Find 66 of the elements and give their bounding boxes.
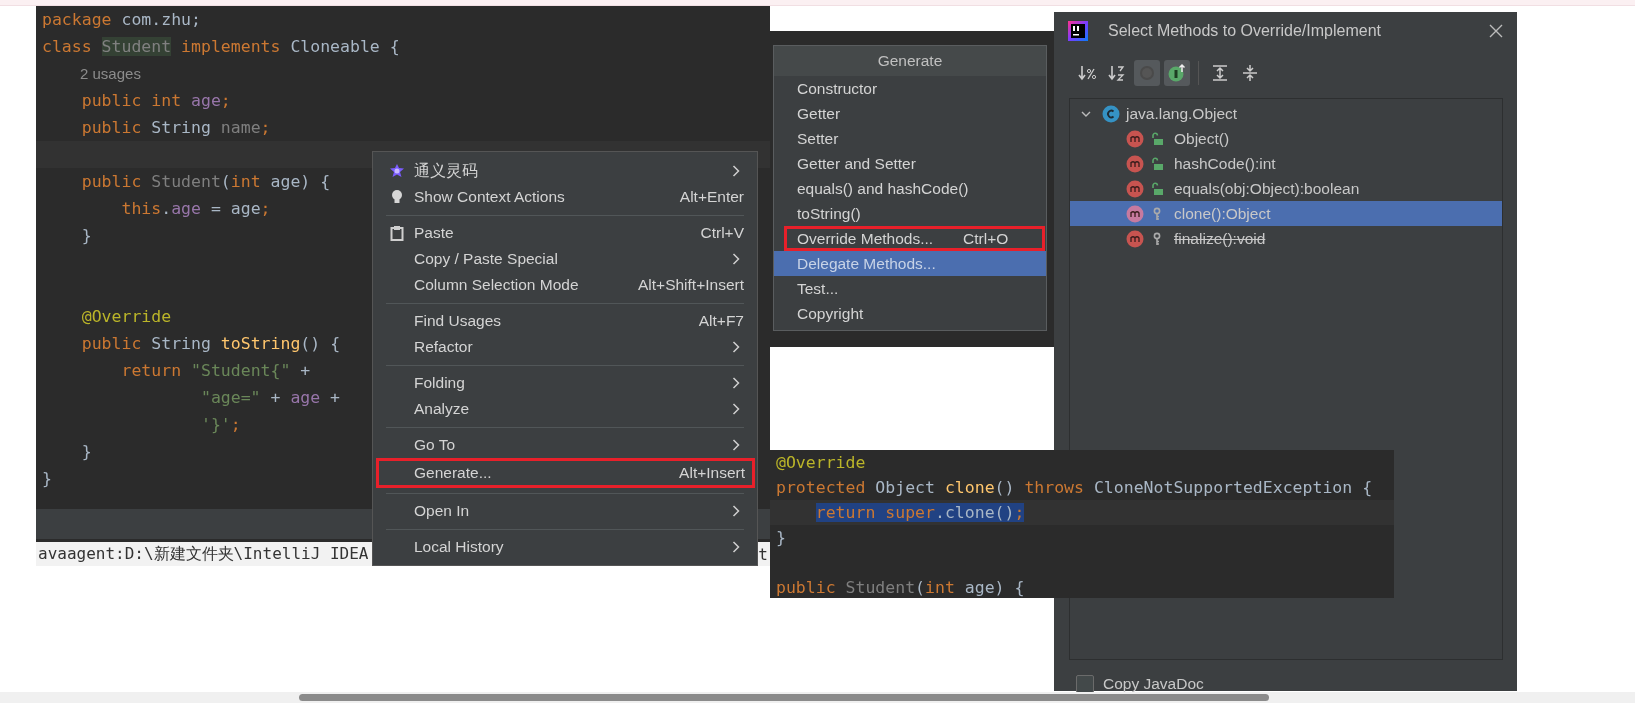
method-icon <box>1126 179 1144 198</box>
checkbox[interactable] <box>1076 675 1094 693</box>
menu-item[interactable]: Local History <box>373 534 757 560</box>
menu-item[interactable]: Getter <box>774 101 1046 126</box>
code-line: return "Student{" + <box>121 361 311 380</box>
menu-item[interactable]: Setter <box>774 126 1046 151</box>
code-line: protected Object clone() throws CloneNotSupportedException { <box>776 478 1373 497</box>
code-line: @Override <box>81 307 172 326</box>
code-line: public Student(int age) { <box>776 578 1025 597</box>
menu-item[interactable]: Analyze <box>373 396 757 422</box>
menu-item[interactable]: Show Context Actions Alt+Enter <box>373 184 757 210</box>
menu-item[interactable]: Test... <box>774 276 1046 301</box>
menu-item[interactable]: toString() <box>774 201 1046 226</box>
tree-item[interactable]: java.lang.Object <box>1126 104 1238 123</box>
menu-item[interactable]: Copyright <box>774 301 1046 326</box>
code-line: } <box>81 442 92 461</box>
horizontal-scrollbar[interactable] <box>0 692 1635 703</box>
method-icon <box>1126 204 1144 223</box>
method-icon <box>1126 154 1144 173</box>
interface-filter-icon[interactable] <box>1164 60 1190 86</box>
sparkle-icon <box>389 163 405 179</box>
tree-item[interactable]: finalize():void <box>1070 226 1502 251</box>
method-icon <box>1126 229 1144 248</box>
menu-item[interactable]: Getter and Setter <box>774 151 1046 176</box>
code-line: } <box>776 528 786 547</box>
app-logo-icon <box>1068 21 1088 41</box>
path-text: t <box>758 544 769 564</box>
menu-item[interactable]: Copy / Paste Special <box>373 246 757 272</box>
tree-item[interactable]: Object() <box>1070 126 1502 151</box>
code-line: "age=" + age + <box>200 388 341 407</box>
method-icon <box>1126 129 1144 148</box>
menu-item[interactable]: Folding <box>373 370 757 396</box>
code-line: } <box>81 226 92 245</box>
menu-item[interactable]: Column Selection Mode Alt+Shift+Insert <box>373 272 757 298</box>
menu-item[interactable]: Find Usages Alt+F7 <box>373 308 757 334</box>
checkbox-label[interactable]: Copy JavaDoc <box>1103 675 1204 693</box>
menu-item[interactable]: 通义灵码 <box>373 158 757 184</box>
clipboard-icon <box>389 225 405 241</box>
menu-item[interactable]: Constructor <box>774 76 1046 101</box>
code-line: return super.clone(); <box>815 503 1025 522</box>
lightbulb-icon <box>389 189 405 205</box>
path-text: avaagent:D:\新建文件夹\IntelliJ IDEA <box>37 543 369 565</box>
class-icon <box>1102 104 1120 123</box>
code-line: this.age = age; <box>121 199 271 218</box>
code-line: package com.zhu; <box>42 10 201 29</box>
code-line: public String toString() { <box>81 334 341 353</box>
popup-title: Generate <box>774 46 1046 76</box>
close-icon[interactable] <box>1489 24 1503 38</box>
code-line: class Student implements Cloneable { <box>42 37 400 56</box>
menu-item[interactable]: Go To <box>373 432 757 458</box>
usage-hint: 2 usages <box>80 65 141 82</box>
code-line: } <box>42 469 52 488</box>
menu-item[interactable]: Paste Ctrl+V <box>373 220 757 246</box>
menu-item[interactable]: Refactor <box>373 334 757 360</box>
code-line: public int age; <box>81 91 231 110</box>
tree-item[interactable]: hashCode():int <box>1070 151 1502 176</box>
dialog-title: Select Methods to Override/Implement <box>1108 22 1382 40</box>
tree-item[interactable]: equals(obj:Object):boolean <box>1070 176 1502 201</box>
menu-item[interactable]: Override Methods... Ctrl+O <box>784 226 1045 251</box>
code-line: '}'; <box>200 415 241 434</box>
code-line: public Student(int age) { <box>81 172 331 191</box>
menu-item[interactable]: Open In <box>373 498 757 524</box>
menu-item[interactable]: equals() and hashCode() <box>774 176 1046 201</box>
code-line: public String name; <box>81 118 271 137</box>
code-line: @Override <box>776 453 866 472</box>
menu-item[interactable]: Generate... Alt+Insert <box>376 458 755 488</box>
